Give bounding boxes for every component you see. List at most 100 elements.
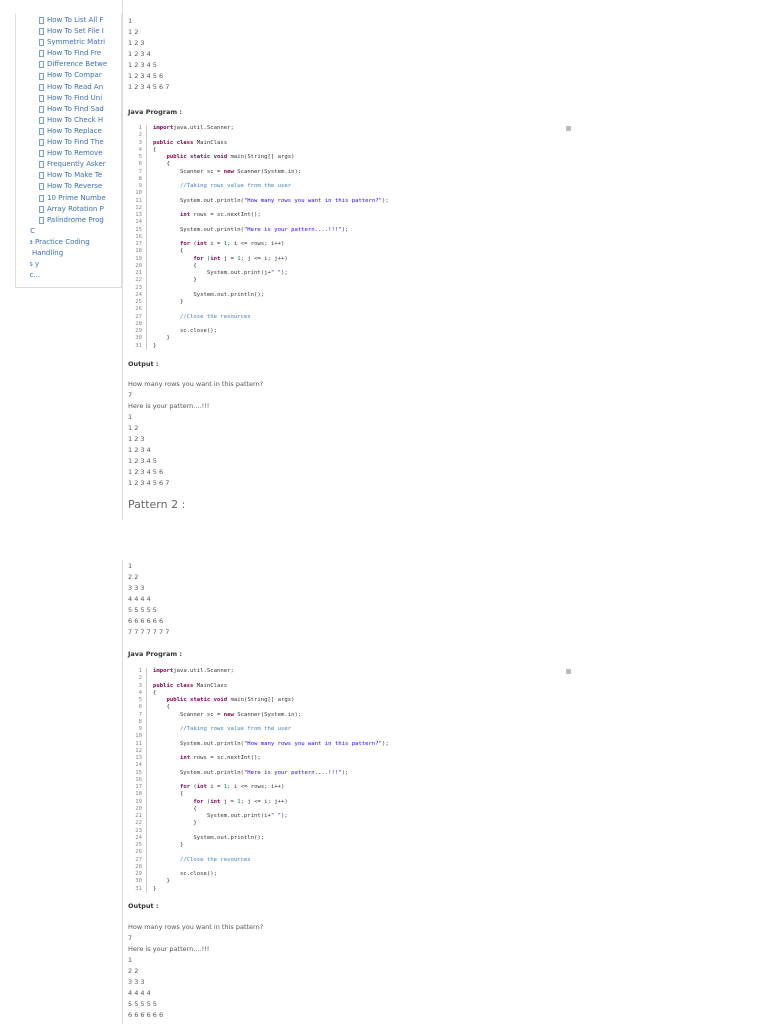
tree-item[interactable]: How To List All F (30, 15, 120, 26)
tree-item[interactable]: How To Compar (30, 70, 120, 81)
tree-folder[interactable]: JDBC (30, 226, 120, 237)
tree-folder-label: Java Practice Coding (30, 237, 90, 246)
code-text: Scanner sc = (153, 168, 224, 175)
tree-item[interactable]: How To Read An (30, 82, 120, 93)
code-text: ); (341, 226, 349, 233)
code-text: ; i <= rows; i++) (227, 241, 285, 247)
keyword: import (153, 125, 174, 131)
tree-item[interactable]: Symmetric Matri (30, 37, 120, 48)
tree-item-label: How To Remove (47, 149, 103, 158)
document-icon (39, 172, 44, 180)
line-number: 1 (128, 668, 147, 676)
code-line: 17 for (int i = 1; i <= rows; i++) (128, 241, 573, 249)
code-text: ( (203, 798, 211, 805)
pattern-row: 7 7 7 7 7 7 7 (128, 628, 170, 636)
tree-folder[interactable]: Java Practice Coding (30, 237, 120, 248)
tree-item[interactable]: How To Find Fre (30, 48, 120, 59)
tree-item[interactable]: Palindrome Prog (30, 215, 120, 226)
line-number: 11 (128, 740, 147, 748)
document-icon (39, 17, 44, 25)
code-text: System.out.println( (153, 226, 244, 233)
tree-item-label: Difference Betwe (47, 60, 108, 69)
tree-folder[interactable]: Misc... (30, 270, 120, 281)
code-text: { (153, 689, 157, 696)
tree-item[interactable]: How To Replace (30, 126, 120, 137)
tree-item[interactable]: How To Check H (30, 115, 120, 126)
content-divider (122, 560, 123, 1024)
code-text: java.util.Scanner; (173, 125, 234, 131)
topic-tree: How To List All F How To Set File I Symmet… (30, 15, 120, 281)
line-number: 30 (128, 878, 147, 886)
keyword: int (196, 784, 207, 790)
code-text: System.out.println( (153, 769, 244, 776)
code-line: 10 (128, 190, 573, 198)
document-icon (39, 105, 44, 113)
code-line: 3 public class MainClass (128, 139, 573, 147)
tree-item[interactable]: How To Find Sad (30, 104, 120, 115)
code-text: System.out.println( (153, 197, 244, 204)
content-divider (122, 0, 123, 520)
code-text: sc.close(); (153, 871, 217, 877)
comment: //Close the resources (153, 856, 251, 863)
tree-item-label: How To Reverse (47, 182, 103, 191)
code-block: 1 import java.util.Scanner; 2 3 public class … (128, 668, 573, 893)
code-copy-icon[interactable] (566, 669, 571, 674)
code-line: 27 //Close the resources (128, 856, 573, 864)
tree-folder[interactable]: x Vs y (30, 259, 120, 270)
tree-item[interactable]: Frequently Asker (30, 159, 120, 170)
line-number: 17 (128, 784, 147, 792)
code-line: 31} (128, 342, 573, 350)
keyword: for (193, 798, 204, 805)
code-text: ( (190, 784, 197, 790)
code-line: 26 (128, 306, 573, 314)
code-text: main(String[] args) (227, 697, 295, 703)
code-line: 9 //Taking rows value from the user (128, 726, 573, 734)
pattern-row: 1 2 3 4 5 6 7 (128, 83, 170, 91)
document-icon (39, 216, 44, 224)
tree-folder[interactable]: File Handling (30, 248, 120, 259)
tree-item[interactable]: How To Find The (30, 137, 120, 148)
document-icon (39, 161, 44, 169)
line-number: 12 (128, 747, 147, 755)
code-line: 30 } (128, 878, 573, 886)
code-line: 22 } (128, 277, 573, 285)
code-text: ; j <= i; j++) (240, 798, 288, 805)
tree-item[interactable]: 10 Prime Numbe (30, 193, 120, 204)
code-copy-icon[interactable] (566, 126, 571, 131)
document-icon (39, 61, 44, 69)
code-text: rows = sc.nextInt(); (190, 212, 261, 218)
code-text: MainClass (193, 682, 228, 689)
tree-item[interactable]: How To Reverse (30, 181, 120, 192)
line-number: 29 (128, 871, 147, 879)
tree-item-label: Palindrome Prog (47, 215, 104, 224)
tree-item[interactable]: How To Remove (30, 148, 120, 159)
line-number: 21 (128, 813, 147, 821)
code-line: 13 int rows = sc.nextInt(); (128, 755, 573, 763)
string-literal: " " (270, 813, 281, 819)
code-line: 10 (128, 733, 573, 741)
tree-item[interactable]: How To Set File I (30, 26, 120, 37)
pattern-row: 1 2 3 4 (128, 50, 151, 58)
tree-item[interactable]: Array Rotation P (30, 204, 120, 215)
keyword: new (223, 168, 234, 175)
tree-item[interactable]: Difference Betwe (30, 59, 120, 70)
code-text: MainClass (193, 139, 228, 146)
line-number: 16 (128, 233, 147, 241)
line-number: 3 (128, 682, 147, 690)
string-literal: "How many rows you want in this pattern?… (243, 740, 383, 747)
tree-item[interactable]: How To Make Te (30, 170, 120, 181)
line-number: 2 (128, 675, 147, 683)
document-icon (39, 139, 44, 147)
document-icon (39, 150, 44, 158)
output-line: 1 2 3 4 5 6 (128, 468, 164, 476)
tree-item-label: 10 Prime Numbe (47, 193, 106, 202)
line-number: 8 (128, 718, 147, 726)
tree-item[interactable]: How To Find Uni (30, 93, 120, 104)
output-line: 3 3 3 (128, 978, 145, 986)
output-line: 5 5 5 5 5 (128, 1000, 157, 1008)
code-line: 23 (128, 827, 573, 835)
code-line: 6 { (128, 704, 573, 712)
code-line: 28 (128, 863, 573, 871)
